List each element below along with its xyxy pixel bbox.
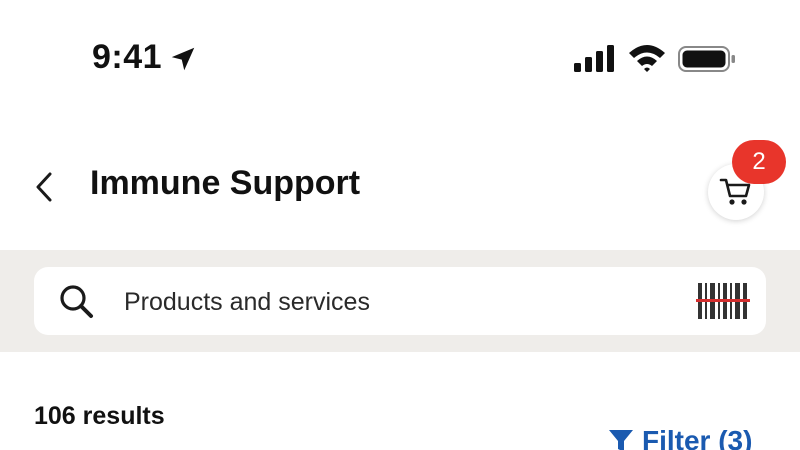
barcode-scan-icon[interactable] — [696, 281, 750, 321]
search-band — [0, 250, 800, 352]
search-icon — [60, 285, 93, 318]
filter-button[interactable]: Filter (3) — [608, 424, 752, 450]
wifi-icon — [629, 45, 665, 72]
page-header: Immune Support — [0, 140, 800, 240]
search-input[interactable] — [122, 267, 666, 337]
status-bar: 9:41 — [0, 0, 800, 120]
filter-label: Filter (3) — [642, 425, 753, 450]
page-title: Immune Support — [90, 164, 361, 202]
back-button[interactable] — [24, 162, 64, 212]
chevron-left-icon — [36, 172, 52, 202]
results-count: 106 results — [34, 402, 165, 430]
search-box[interactable] — [34, 267, 766, 337]
location-arrow-icon — [171, 47, 195, 71]
status-time: 9:41 — [92, 38, 163, 76]
app-screen: 9:41 Immune Support 2 Products and servi… — [0, 0, 800, 450]
filter-funnel-icon — [609, 430, 633, 450]
battery-icon — [678, 46, 735, 72]
cart-count-badge: 2 — [732, 140, 786, 184]
cellular-signal-icon — [574, 45, 614, 72]
